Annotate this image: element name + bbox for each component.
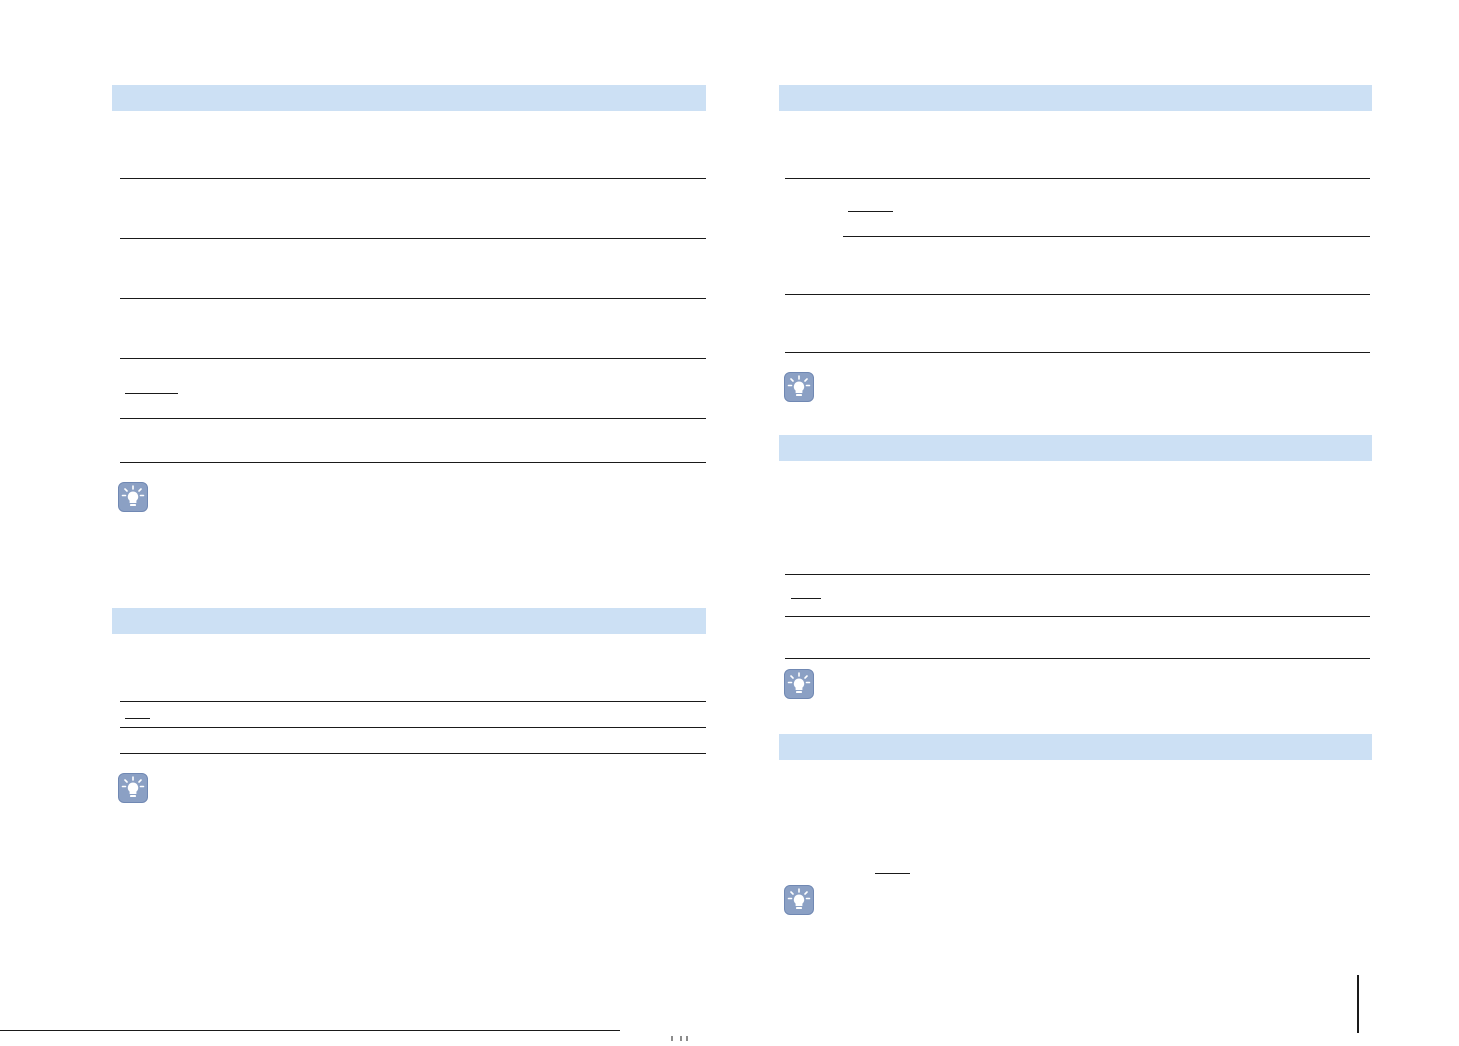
section-header-band [779,435,1372,461]
table-row-divider [120,462,706,463]
section-header-band [779,734,1372,760]
table-row-divider [785,574,1370,575]
table-row-divider [785,294,1370,295]
default-value-underline [791,598,821,599]
table-row-divider [120,178,706,179]
lightbulb-tip-icon [118,773,148,803]
table-row-divider [785,616,1370,617]
table-row-divider [120,727,706,728]
lightbulb-tip-icon [784,669,814,699]
section-header-band [779,85,1372,111]
table-row-divider [120,238,706,239]
table-row-divider [785,658,1370,659]
section-header-band [112,608,706,634]
lightbulb-tip-icon [118,482,148,512]
default-value-underline [848,211,893,212]
table-row-divider [120,298,706,299]
table-row-divider [785,352,1370,353]
default-value-underline [125,393,178,394]
table-row-divider [120,753,706,754]
table-row-divider [120,701,706,702]
footer-tick-marks [668,1028,692,1041]
table-subrow-divider [843,236,1370,237]
lightbulb-tip-icon [784,372,814,402]
footer-rule [0,1030,620,1031]
lightbulb-tip-icon [784,885,814,915]
table-row-divider [120,418,706,419]
section-header-band [112,85,706,111]
default-value-underline [125,718,150,719]
page-edge-marker [1357,975,1359,1033]
default-value-underline [875,873,910,874]
table-row-divider [120,358,706,359]
table-row-divider [785,178,1370,179]
